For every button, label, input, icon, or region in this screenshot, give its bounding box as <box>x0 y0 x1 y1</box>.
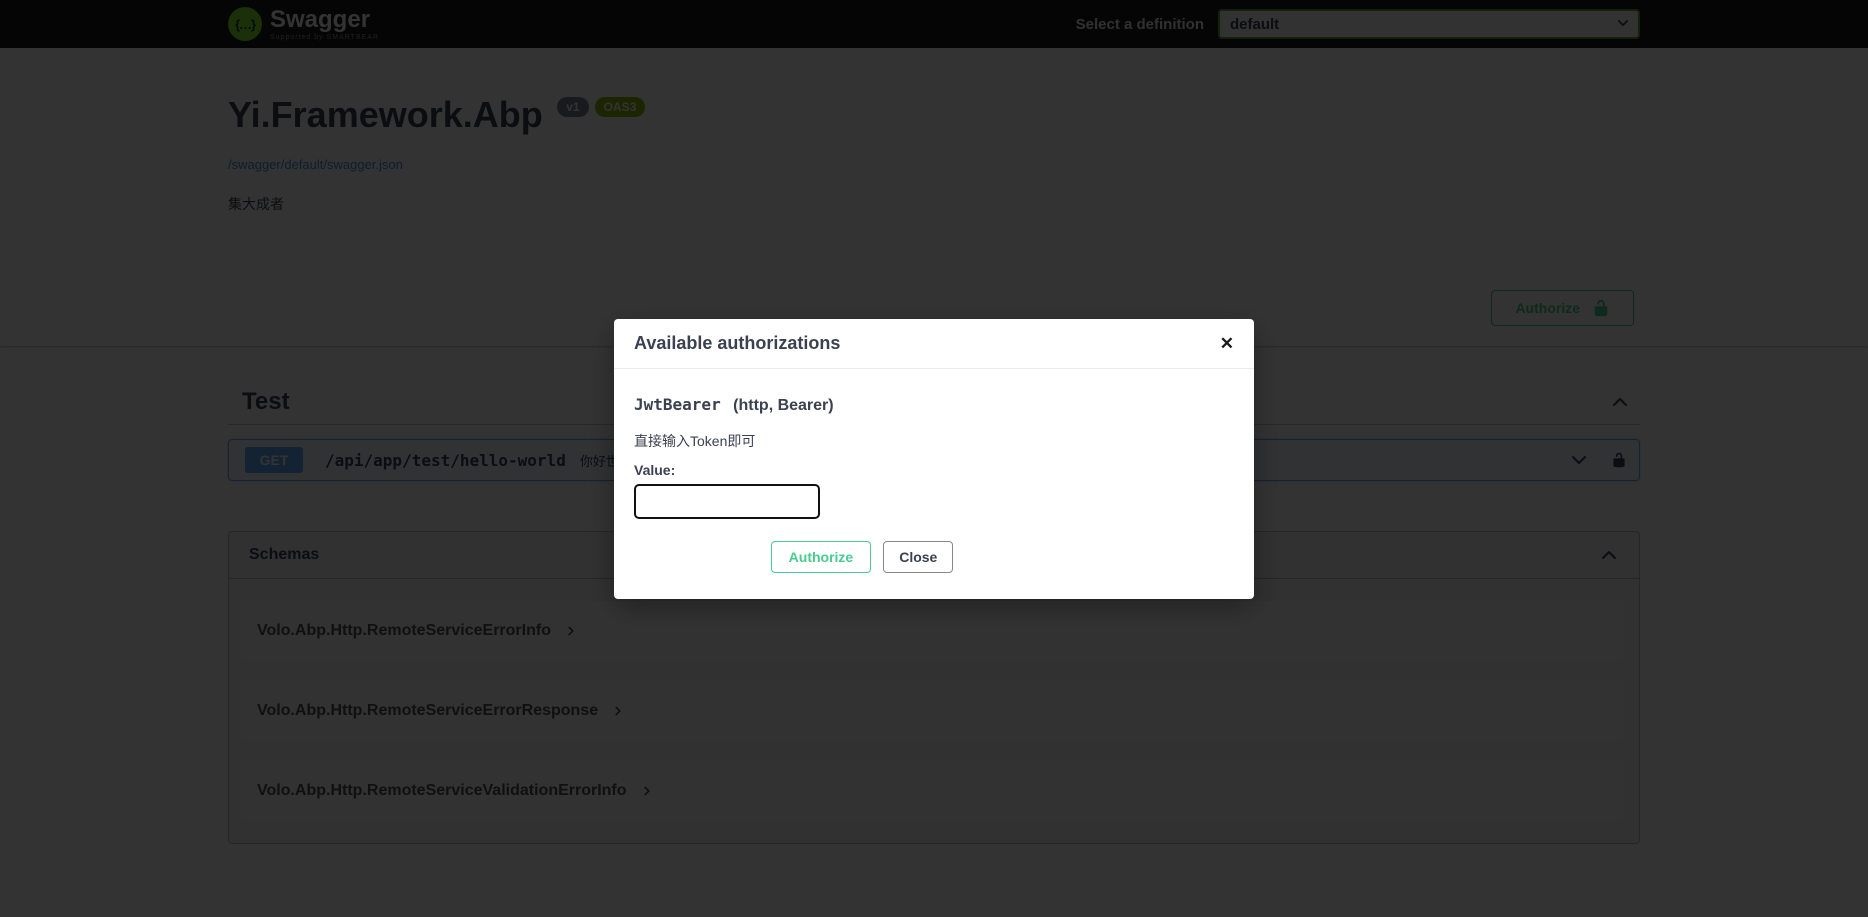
scheme-type: (http, Bearer) <box>733 397 833 414</box>
value-label: Value: <box>634 462 1234 478</box>
modal-authorize-button[interactable]: Authorize <box>771 541 872 573</box>
close-icon[interactable]: ✕ <box>1220 335 1234 352</box>
modal-title: Available authorizations <box>634 333 840 354</box>
scheme-name: JwtBearer <box>634 395 721 414</box>
scheme-description: 直接输入Token即可 <box>634 431 1234 451</box>
authorizations-modal: Available authorizations ✕ JwtBearer (ht… <box>614 319 1254 599</box>
modal-close-button[interactable]: Close <box>883 541 953 573</box>
token-input[interactable] <box>634 484 820 519</box>
